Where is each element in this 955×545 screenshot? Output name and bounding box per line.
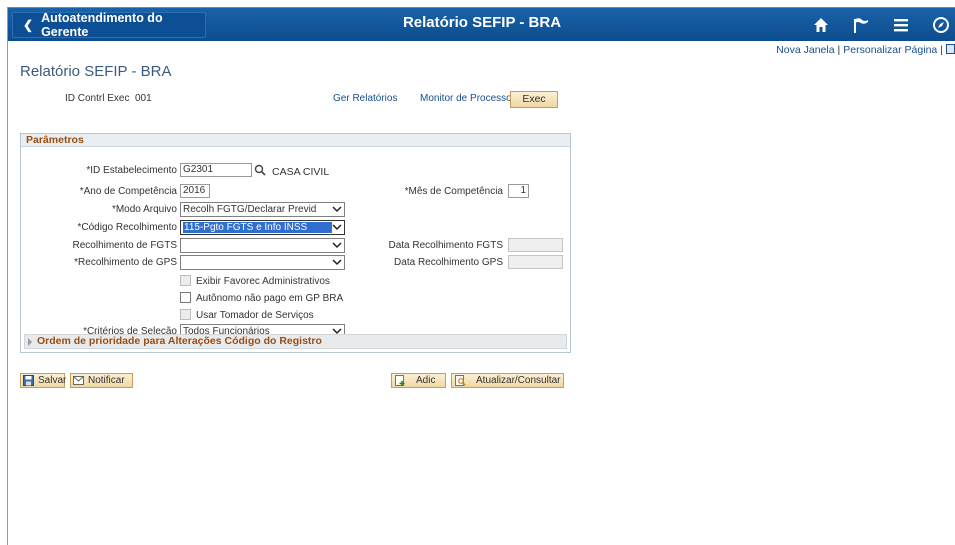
chevron-down-icon bbox=[332, 240, 342, 251]
page-title: Relatório SEFIP - BRA bbox=[20, 63, 172, 80]
tomador-checkbox bbox=[180, 309, 191, 320]
new-window-link[interactable]: Nova Janela bbox=[776, 44, 834, 56]
exec-button[interactable]: Exec bbox=[510, 91, 558, 108]
show-admin-label: Exibir Favorec Administrativos bbox=[196, 276, 330, 287]
compass-icon[interactable] bbox=[930, 14, 952, 36]
update-display-button[interactable]: Atualizar/Consultar bbox=[451, 373, 564, 388]
file-mode-label: *Modo Arquivo bbox=[111, 204, 177, 215]
chevron-down-icon bbox=[332, 222, 342, 233]
autonomo-label: Autônomo não pago em GP BRA bbox=[196, 293, 344, 304]
fgts-date-label: Data Recolhimento FGTS bbox=[388, 240, 504, 251]
fgts-date-input bbox=[508, 238, 563, 252]
link-separator: | bbox=[837, 44, 841, 56]
fgts-select[interactable] bbox=[180, 238, 345, 253]
link-separator: | bbox=[940, 44, 943, 56]
file-mode-value: Recolh FGTG/Declarar Previd bbox=[183, 204, 317, 215]
notify-button[interactable]: Notificar bbox=[70, 373, 133, 388]
tomador-label: Usar Tomador de Serviços bbox=[196, 310, 314, 321]
month-input[interactable]: 1 bbox=[508, 184, 529, 198]
notify-icon bbox=[73, 375, 84, 386]
menu-icon[interactable] bbox=[890, 14, 912, 36]
search-icon[interactable] bbox=[254, 164, 266, 176]
process-monitor-link[interactable]: Monitor de Processos bbox=[420, 93, 517, 104]
autonomo-checkbox[interactable] bbox=[180, 292, 191, 303]
year-label: *Ano de Competência bbox=[79, 186, 177, 197]
run-control-value: 001 bbox=[135, 93, 152, 104]
chevron-left-icon: ❮ bbox=[23, 18, 34, 32]
report-manager-link[interactable]: Ger Relatórios bbox=[333, 93, 397, 104]
personalize-page-link[interactable]: Personalizar Página bbox=[843, 44, 937, 56]
top-links: Nova Janela | Personalizar Página | bbox=[776, 44, 955, 56]
home-icon[interactable] bbox=[810, 14, 832, 36]
chevron-down-icon bbox=[332, 257, 342, 268]
add-label: Adic bbox=[416, 375, 436, 386]
gps-date-input bbox=[508, 255, 563, 269]
establishment-label: *ID Estabelecimento bbox=[86, 165, 177, 176]
collection-code-select[interactable]: 115-Pgto FGTS e Info INSS bbox=[180, 220, 345, 235]
show-admin-checkbox bbox=[180, 275, 191, 286]
collection-code-label: *Código Recolhimento bbox=[77, 222, 177, 233]
year-input[interactable]: 2016 bbox=[180, 184, 210, 198]
add-icon bbox=[395, 375, 406, 386]
save-icon bbox=[23, 375, 34, 386]
fgts-label: Recolhimento de FGTS bbox=[72, 240, 178, 251]
header-actions bbox=[810, 8, 955, 42]
parameters-title: Parâmetros bbox=[21, 134, 570, 147]
search-document-icon bbox=[455, 375, 466, 386]
notify-label: Notificar bbox=[88, 375, 125, 386]
page-icon[interactable] bbox=[946, 44, 955, 54]
parameters-group: Parâmetros *ID Estabelecimento G2301 CAS… bbox=[20, 133, 571, 353]
app-window: ❮ Autoatendimento do Gerente Relatório S… bbox=[7, 7, 955, 545]
priority-order-section[interactable]: Ordem de prioridade para Alterações Códi… bbox=[24, 334, 567, 349]
gps-date-label: Data Recolhimento GPS bbox=[394, 257, 503, 268]
back-button-label: Autoatendimento do Gerente bbox=[41, 11, 163, 39]
add-button[interactable]: Adic bbox=[391, 373, 446, 388]
chevron-down-icon bbox=[332, 204, 342, 215]
gps-label: *Recolhimento de GPS bbox=[74, 257, 177, 268]
file-mode-select[interactable]: Recolh FGTG/Declarar Previd bbox=[180, 202, 345, 217]
header-bar: ❮ Autoatendimento do Gerente Relatório S… bbox=[8, 7, 955, 41]
save-button[interactable]: Salvar bbox=[20, 373, 67, 388]
gps-select[interactable] bbox=[180, 255, 345, 270]
flag-icon[interactable] bbox=[850, 14, 872, 36]
month-label: *Mês de Competência bbox=[404, 186, 503, 197]
update-display-label: Atualizar/Consultar bbox=[476, 375, 561, 386]
run-control-label: ID Contrl Exec bbox=[65, 93, 130, 104]
collection-code-value: 115-Pgto FGTS e Info INSS bbox=[183, 222, 332, 233]
establishment-description: CASA CIVIL bbox=[272, 166, 330, 178]
priority-order-title: Ordem de prioridade para Alterações Códi… bbox=[37, 335, 322, 347]
back-button[interactable]: ❮ Autoatendimento do Gerente bbox=[12, 11, 206, 39]
expand-triangle-icon bbox=[28, 337, 32, 346]
establishment-input[interactable]: G2301 bbox=[180, 163, 252, 177]
save-label: Salvar bbox=[38, 375, 67, 386]
